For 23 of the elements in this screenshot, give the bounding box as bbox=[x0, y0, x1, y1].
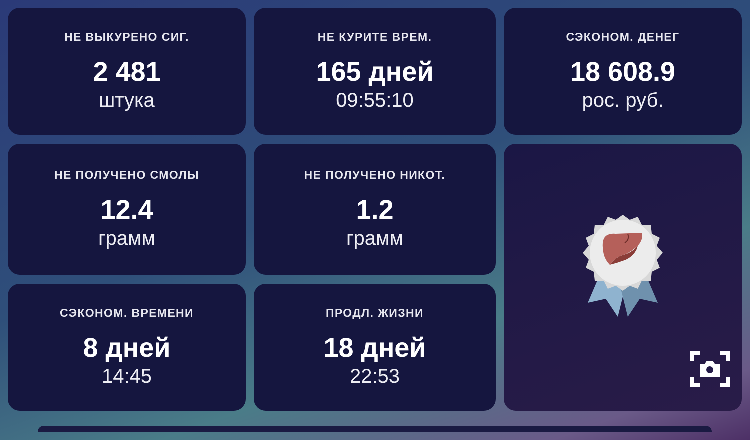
stat-label: ПРОДЛ. ЖИЗНИ bbox=[326, 306, 424, 322]
stat-unit: грамм bbox=[98, 227, 156, 252]
stat-value: 2 481 bbox=[93, 56, 161, 90]
stat-label: НЕ ВЫКУРЕНО СИГ. bbox=[64, 30, 190, 46]
stat-value: 18 608.9 bbox=[570, 56, 676, 90]
stat-value: 8 дней bbox=[83, 332, 171, 366]
stat-unit: 09:55:10 bbox=[336, 89, 414, 114]
stat-unit: штука bbox=[99, 89, 155, 114]
stat-label: НЕ ПОЛУЧЕНО СМОЛЫ bbox=[54, 168, 200, 184]
stat-value: 18 дней bbox=[324, 332, 426, 366]
stat-label: НЕ КУРИТЕ ВРЕМ. bbox=[318, 30, 432, 46]
camera-icon bbox=[690, 349, 730, 389]
stat-label: СЭКОНОМ. ДЕНЕГ bbox=[566, 30, 680, 46]
stat-label: НЕ ПОЛУЧЕНО НИКОТ. bbox=[304, 168, 446, 184]
stat-unit: 22:53 bbox=[350, 365, 400, 390]
stat-label: СЭКОНОМ. ВРЕМЕНИ bbox=[60, 306, 194, 322]
stat-value: 12.4 bbox=[100, 194, 154, 228]
stat-value: 1.2 bbox=[356, 194, 394, 228]
stat-value: 165 дней bbox=[316, 56, 434, 90]
stat-unit: 14:45 bbox=[102, 365, 152, 390]
stat-unit: рос. руб. bbox=[582, 89, 664, 114]
stat-unit: грамм bbox=[346, 227, 404, 252]
liver-medal-icon bbox=[580, 212, 666, 318]
